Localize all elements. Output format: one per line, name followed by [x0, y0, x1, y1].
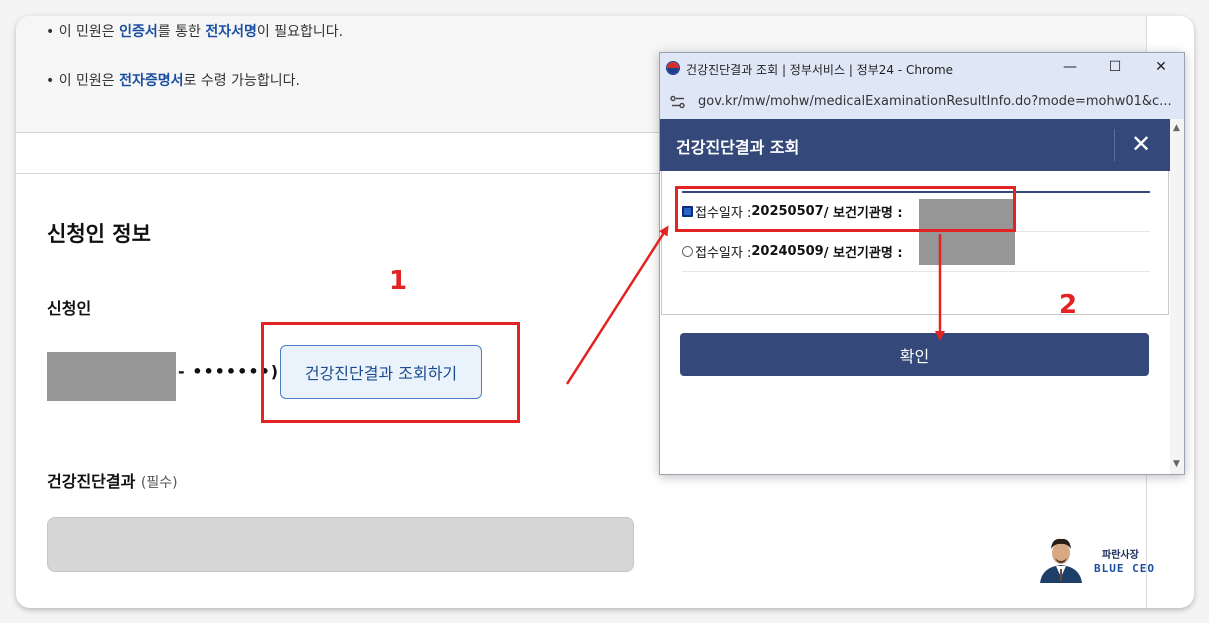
annotation-arrows — [565, 225, 945, 385]
arrow-to-popup — [565, 225, 669, 385]
